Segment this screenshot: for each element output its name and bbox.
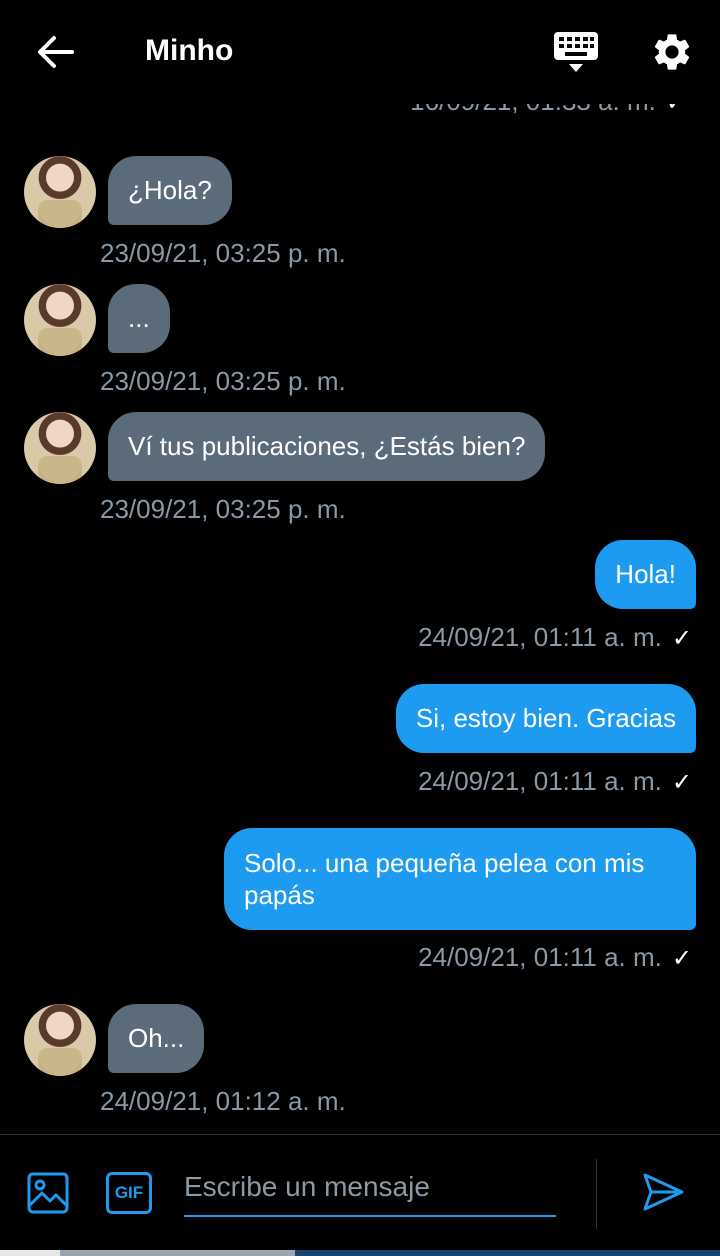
message-bubble[interactable]: Oh...: [108, 1004, 205, 1073]
gif-icon: GIF: [114, 1183, 144, 1202]
timestamp-text: 24/09/21, 01:11 a. m.: [418, 622, 662, 652]
add-image-button[interactable]: [26, 1171, 70, 1215]
message-timestamp: 24/09/21, 01:12 a. m.: [100, 1086, 346, 1116]
gif-button[interactable]: GIF: [106, 1172, 152, 1214]
message-bubble[interactable]: Si, estoy bien. Gracias: [395, 684, 696, 753]
keyboard-icon: [554, 32, 598, 72]
back-button[interactable]: [34, 30, 78, 74]
arrow-left-icon: [38, 36, 74, 68]
divider: [596, 1159, 597, 1229]
check-icon: ✓: [671, 945, 692, 972]
gear-icon: [654, 34, 690, 70]
send-button[interactable]: [640, 1169, 686, 1215]
check-icon: ✓: [666, 104, 686, 116]
check-icon: ✓: [671, 769, 692, 796]
image-icon: [27, 1172, 69, 1214]
avatar[interactable]: [24, 156, 96, 228]
avatar[interactable]: [24, 284, 96, 356]
avatar[interactable]: [24, 1004, 96, 1076]
message-input[interactable]: [184, 1165, 556, 1217]
timestamp-text: 24/09/21, 01:11 a. m.: [418, 942, 662, 972]
bottom-strip: [0, 1250, 720, 1256]
send-icon: [643, 1173, 684, 1211]
message-bubble[interactable]: ...: [108, 284, 170, 353]
timestamp-text: 24/09/21, 01:11 a. m.: [418, 766, 662, 796]
message-bubble[interactable]: Hola!: [595, 540, 696, 609]
message-timestamp: 24/09/21, 01:11 a. m. ✓: [418, 766, 692, 797]
message-list[interactable]: 16/09/21, 01:33 a. m. ✓ ¿Hola? 23/09/21, …: [0, 104, 720, 1134]
timestamp-text: 16/09/21, 01:33 a. m.: [410, 104, 656, 116]
keyboard-button[interactable]: [552, 30, 600, 76]
message-bubble[interactable]: Solo... una pequeña pelea con mis papás: [224, 828, 696, 930]
settings-button[interactable]: [650, 30, 694, 74]
message-timestamp: 23/09/21, 03:25 p. m.: [100, 366, 346, 396]
check-icon: ✓: [671, 625, 692, 652]
message-timestamp: 24/09/21, 01:11 a. m. ✓: [418, 622, 692, 653]
message-timestamp: 16/09/21, 01:33 a. m. ✓: [410, 104, 686, 117]
chat-title: Minho: [145, 34, 234, 67]
message-composer: GIF: [0, 1134, 720, 1251]
message-timestamp: 23/09/21, 03:25 p. m.: [100, 238, 346, 268]
chat-header: Minho: [0, 0, 720, 104]
message-bubble[interactable]: ¿Hola?: [108, 156, 232, 225]
message-timestamp: 23/09/21, 03:25 p. m.: [100, 494, 346, 524]
message-timestamp: 24/09/21, 01:11 a. m. ✓: [418, 942, 692, 973]
message-bubble[interactable]: Ví tus publicaciones, ¿Estás bien?: [108, 412, 546, 481]
avatar[interactable]: [24, 412, 96, 484]
